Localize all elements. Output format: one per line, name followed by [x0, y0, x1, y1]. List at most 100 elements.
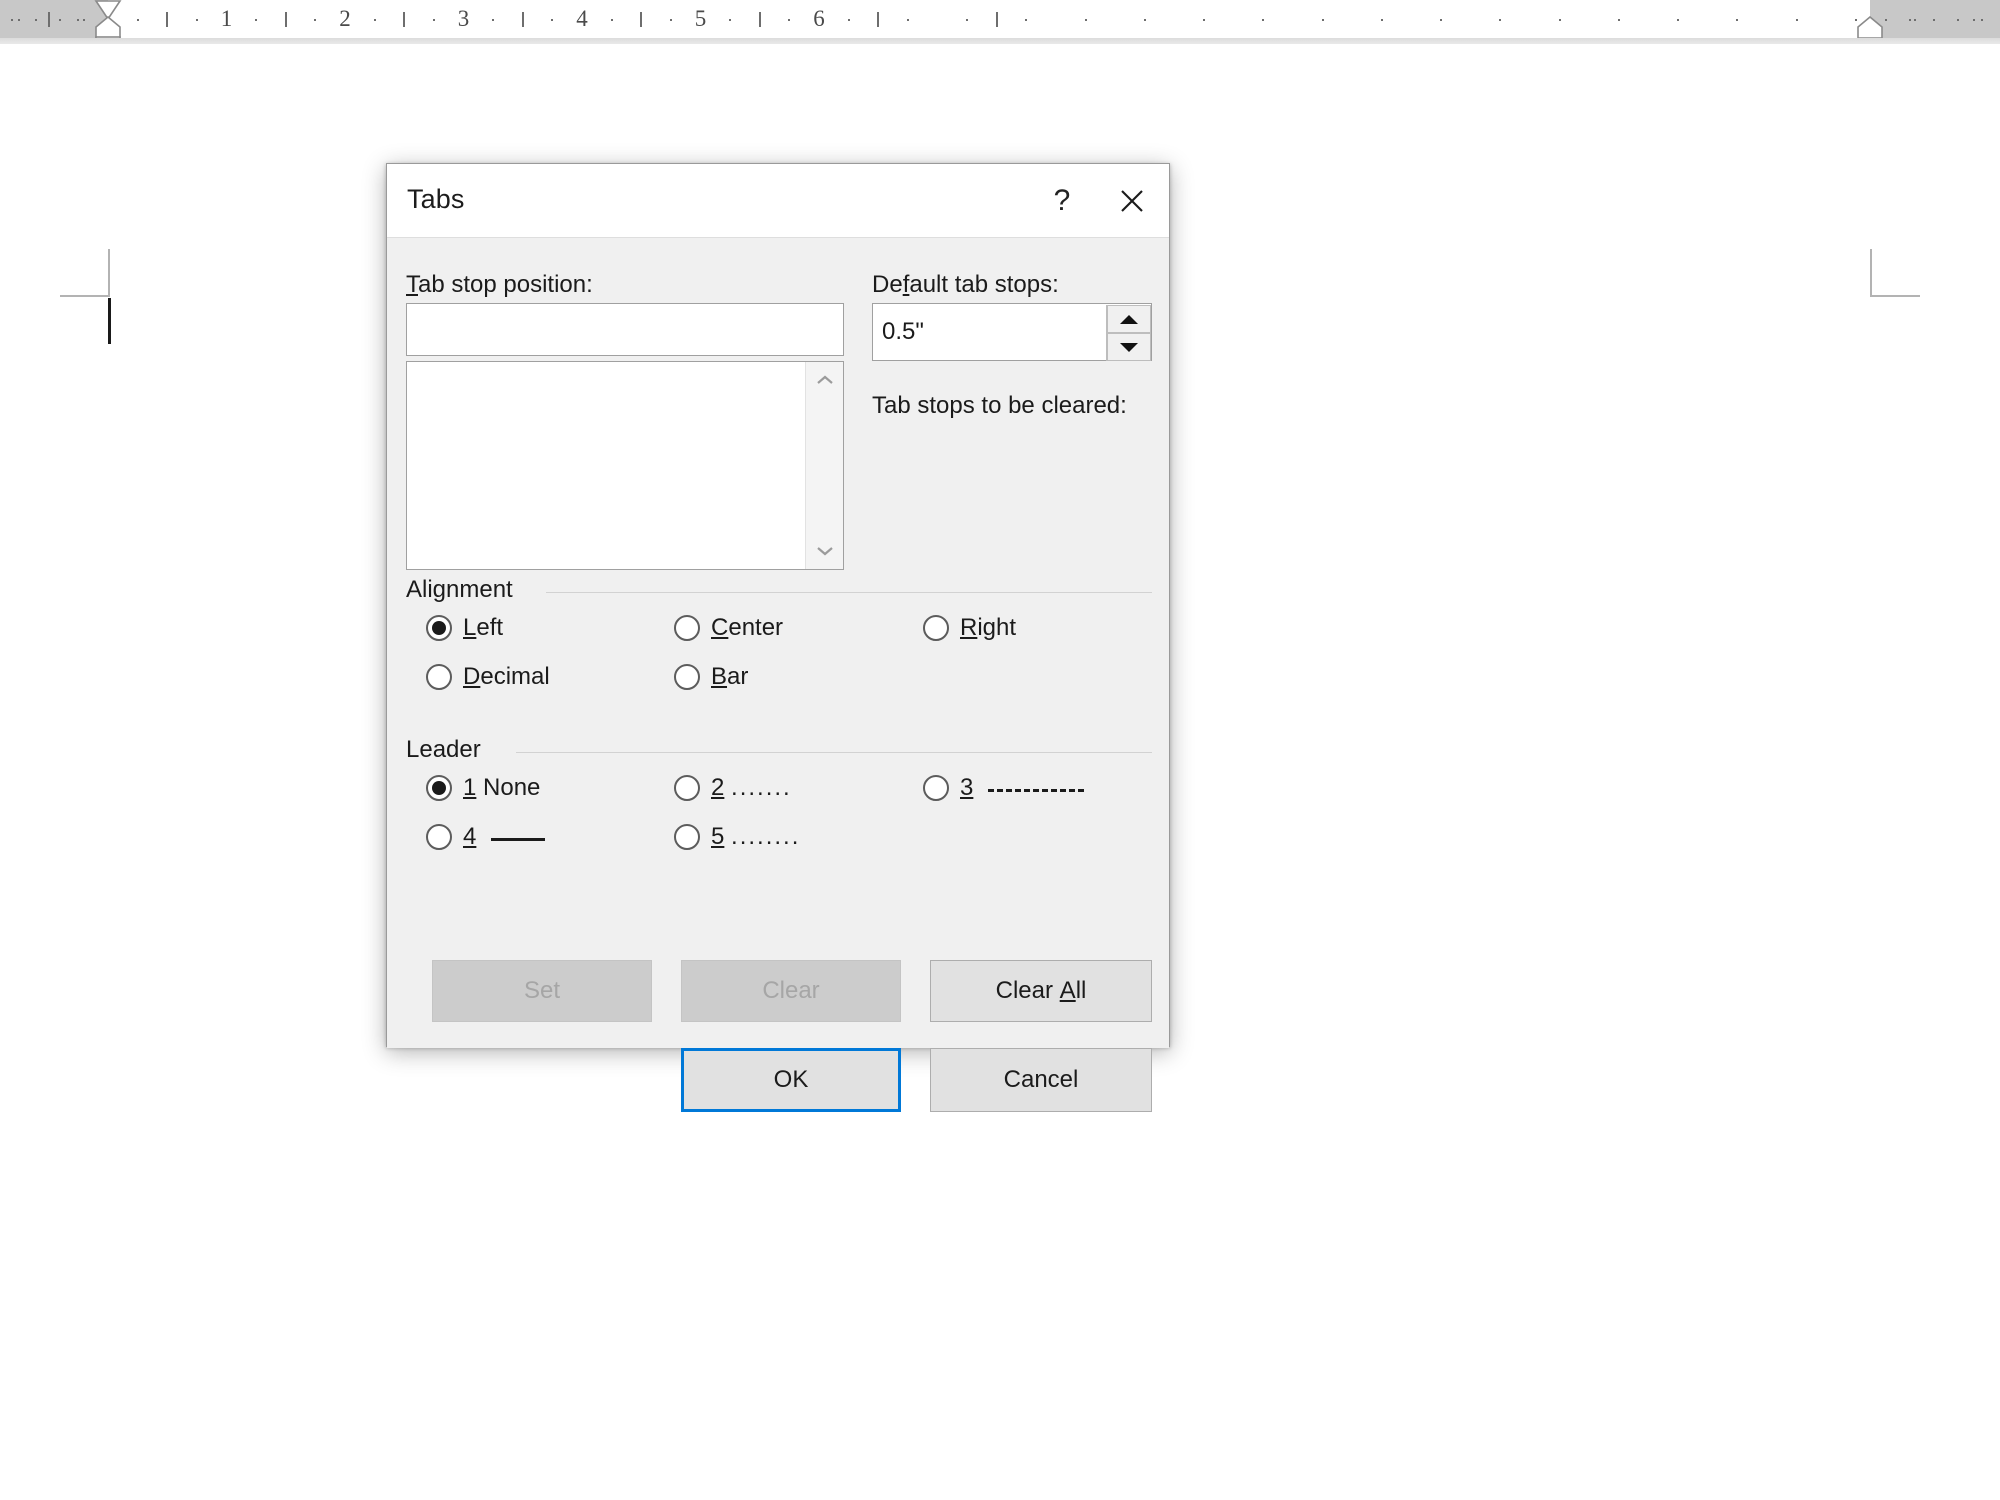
ruler-quarter-inch-tick — [1617, 19, 1620, 21]
accel-char: B — [711, 663, 728, 690]
ruler-quarter-inch-tick — [1084, 19, 1087, 21]
leader-radio-5[interactable]: 5 ........ — [674, 823, 800, 851]
ruler-quarter-inch-tick — [136, 19, 139, 21]
leader-radio-2[interactable]: 2 ....... — [674, 774, 792, 802]
ruler-quarter-inch-tick — [610, 19, 613, 21]
ruler-quarter-inch-tick — [1321, 19, 1324, 21]
ruler-quarter-inch-tick — [1262, 19, 1265, 21]
default-tab-stops-label-rest: ault tab stops: — [909, 271, 1059, 298]
clear-button[interactable]: Clear — [681, 960, 901, 1022]
ruler-quarter-inch-tick — [1677, 19, 1680, 21]
scroll-up-button[interactable] — [806, 363, 844, 397]
ruler-quarter-inch-tick — [1885, 19, 1887, 21]
ruler-quarter-inch-tick — [373, 19, 376, 21]
ruler-quarter-inch-tick — [1440, 19, 1443, 21]
ruler-quarter-inch-tick — [1025, 19, 1028, 21]
leader-radio-5-label: 5 ........ — [711, 823, 800, 851]
leader-group: Leader 1 None 2 ....... 3 4 5 ........ — [406, 736, 1152, 861]
default-tab-stops-label: Default tab stops: — [872, 271, 1059, 299]
radio-indicator-icon — [674, 824, 700, 850]
accel-char: 1 — [463, 774, 477, 801]
default-tab-stops-input[interactable]: 0.5" — [872, 303, 1152, 361]
close-icon — [1121, 189, 1143, 212]
scroll-down-button[interactable] — [806, 534, 844, 568]
ruler-quarter-inch-tick — [1143, 19, 1146, 21]
tab-stop-position-label: Tab stop position: — [406, 271, 593, 299]
ruler-quarter-inch-tick — [35, 19, 37, 21]
leader-radio-1[interactable]: 1 None — [426, 774, 540, 802]
chevron-down-icon — [817, 547, 833, 556]
ruler-quarter-inch-tick — [59, 19, 61, 21]
tabs-dialog[interactable]: Tabs ? Tab stop position: Default tab st… — [386, 163, 1170, 1112]
leader-sample-text: None — [483, 774, 541, 801]
alignment-radio-left[interactable]: Left — [426, 614, 503, 642]
tab-stop-position-input[interactable] — [406, 303, 844, 356]
ruler-number: 2 — [339, 6, 351, 31]
clear-all-button[interactable]: Clear All — [930, 960, 1152, 1022]
leader-radio-3-label: 3 — [960, 774, 1085, 802]
ruler-quarter-inch-tick — [1203, 19, 1206, 21]
ok-button[interactable]: OK — [681, 1048, 901, 1112]
ruler-half-inch-tick — [521, 12, 524, 27]
leader-sample-dots: ........ — [731, 823, 801, 850]
ruler-quarter-inch-tick — [1981, 19, 1983, 21]
ruler-quarter-inch-tick — [432, 19, 435, 21]
alignment-radio-decimal[interactable]: Decimal — [426, 663, 550, 691]
accel-char: L — [463, 614, 477, 641]
radio-indicator-icon — [923, 775, 949, 801]
alignment-radio-right-label: Right — [960, 614, 1017, 641]
tab-stops-cleared-label: Tab stops to be cleared: — [872, 392, 1127, 419]
leader-radio-4[interactable]: 4 — [426, 823, 546, 851]
radio-indicator-icon — [674, 615, 700, 641]
clear-all-label: Clear All — [995, 977, 1087, 1004]
ruler-quarter-inch-tick — [492, 19, 495, 21]
alignment-radio-bar-label: Bar — [711, 663, 749, 690]
radio-indicator-icon — [923, 615, 949, 641]
ruler-quarter-inch-tick — [1795, 19, 1798, 21]
horizontal-ruler[interactable]: 1 2 3 4 5 6 — [0, 0, 2000, 55]
ruler-quarter-inch-tick — [83, 19, 85, 21]
ruler-half-inch-tick — [877, 12, 880, 27]
ruler-quarter-inch-tick — [1973, 19, 1976, 21]
alignment-radio-bar[interactable]: Bar — [674, 663, 748, 691]
cancel-button[interactable]: Cancel — [930, 1048, 1152, 1112]
spinner-down-button[interactable] — [1107, 333, 1151, 361]
tab-stops-listbox[interactable] — [406, 361, 844, 570]
ruler-number: 1 — [220, 6, 233, 31]
leader-radio-3[interactable]: 3 — [923, 774, 1085, 802]
accel-char: 5 — [711, 823, 725, 850]
leader-radio-1-label: 1 None — [463, 774, 540, 802]
ruler-quarter-inch-tick — [1914, 19, 1917, 21]
ruler-quarter-inch-tick — [906, 19, 909, 21]
ruler-quarter-inch-tick — [1933, 19, 1935, 21]
default-tab-stops-spinner[interactable] — [1106, 305, 1151, 361]
help-button[interactable]: ? — [1029, 164, 1095, 237]
right-indent-marker[interactable] — [1856, 16, 1884, 39]
accel-char: R — [960, 614, 978, 641]
ruler-quarter-inch-tick — [1909, 19, 1911, 21]
listbox-scrollbar[interactable] — [805, 362, 843, 569]
radio-indicator-icon — [426, 615, 452, 641]
dialog-body: Tab stop position: Default tab stops: 0.… — [387, 238, 1169, 1112]
ruler-half-inch-tick — [758, 12, 761, 27]
alignment-radio-right[interactable]: Right — [923, 614, 1016, 642]
alignment-radio-center[interactable]: Center — [674, 614, 783, 642]
text-cursor — [108, 298, 111, 344]
spinner-up-button[interactable] — [1107, 305, 1151, 333]
question-mark-icon: ? — [1053, 183, 1071, 217]
ruler-quarter-inch-tick — [77, 19, 80, 21]
alignment-radio-center-label: Center — [711, 614, 784, 641]
accel-char: C — [711, 614, 729, 641]
triangle-up-icon — [1120, 314, 1138, 324]
ruler-number: 6 — [813, 6, 825, 31]
radio-indicator-icon — [674, 775, 700, 801]
set-button[interactable]: Set — [432, 960, 652, 1022]
accel-char: 4 — [463, 823, 477, 850]
tab-stops-cleared-list — [872, 430, 1152, 560]
close-button[interactable] — [1099, 164, 1165, 237]
ruler-quarter-inch-tick — [551, 19, 554, 21]
ruler-number: 5 — [694, 6, 707, 31]
radio-indicator-icon — [426, 775, 452, 801]
dialog-titlebar[interactable]: Tabs ? — [387, 164, 1169, 238]
ruler-quarter-inch-tick — [729, 19, 732, 21]
